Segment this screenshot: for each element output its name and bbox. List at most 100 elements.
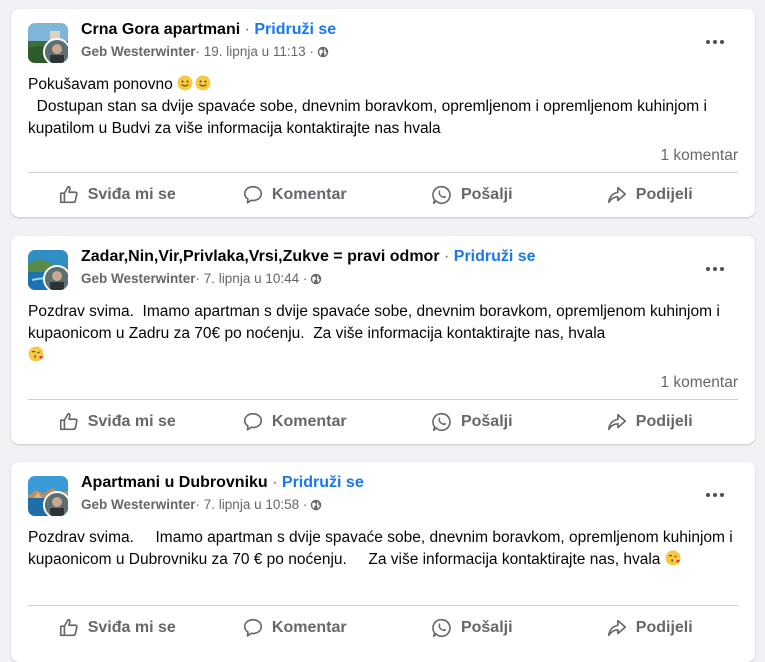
globe-icon: [310, 273, 322, 285]
dot-icon: [713, 267, 717, 271]
comment-label: Komentar: [271, 619, 347, 636]
like-button[interactable]: Sviđa mi se: [28, 402, 206, 442]
post-card: Zadar,Nin,Vir,Privlaka,Vrsi,Zukve = prav…: [11, 236, 755, 444]
author-avatar[interactable]: [43, 491, 68, 516]
comment-button[interactable]: Komentar: [206, 608, 384, 648]
author-name-link[interactable]: Geb Westerwinter: [81, 497, 196, 512]
more-options-button[interactable]: [701, 33, 729, 51]
person-photo-icon: [45, 267, 68, 290]
share-label: Podijeli: [635, 413, 693, 430]
dot-icon: [720, 267, 724, 271]
smiling-face-icon: [177, 75, 193, 91]
comment-label: Komentar: [271, 413, 347, 430]
post-text: Dostupan stan sa dvije spavaće sobe, dne…: [28, 98, 712, 137]
dot-icon: [713, 493, 717, 497]
post-body: Pozdrav svima. Imamo apartman s dvije sp…: [28, 527, 735, 571]
post-timestamp-link[interactable]: · 7. lipnja u 10:44 ·: [196, 271, 308, 286]
comment-bubble-icon: [242, 617, 264, 639]
globe-icon: [310, 499, 322, 511]
post-actions-bar: Sviđa mi se Komentar Pošalji Podijeli: [28, 608, 738, 648]
post-text-first-line: Pokušavam ponovno: [28, 76, 178, 93]
author-name-link[interactable]: Geb Westerwinter: [81, 44, 196, 59]
group-avatar[interactable]: [28, 250, 68, 290]
kissing-face-icon: [665, 550, 681, 566]
person-photo-icon: [45, 493, 68, 516]
smiling-face-icon: [195, 75, 211, 91]
comment-button[interactable]: Komentar: [206, 175, 384, 215]
like-button[interactable]: Sviđa mi se: [28, 175, 206, 215]
comments-count-link[interactable]: 1 komentar: [660, 374, 738, 392]
post-actions-bar: Sviđa mi se Komentar Pošalji Podijeli: [28, 175, 738, 215]
like-label: Sviđa mi se: [87, 413, 176, 430]
author-avatar[interactable]: [43, 265, 68, 290]
post-meta: Geb Westerwinter · 7. lipnja u 10:44 ·: [81, 271, 322, 286]
title-separator: ·: [439, 248, 454, 265]
whatsapp-icon: [431, 617, 453, 639]
dot-icon: [713, 40, 717, 44]
comment-bubble-icon: [242, 184, 264, 206]
send-label: Pošalji: [460, 186, 513, 203]
post-body: Pozdrav svima. Imamo apartman s dvije sp…: [28, 301, 735, 367]
divider: [28, 172, 738, 173]
post-timestamp-link[interactable]: · 7. lipnja u 10:58 ·: [196, 497, 308, 512]
send-button[interactable]: Pošalji: [383, 608, 561, 648]
thumbs-up-icon: [58, 184, 80, 206]
whatsapp-icon: [431, 411, 453, 433]
group-name-link[interactable]: Apartmani u Dubrovniku: [81, 474, 268, 491]
post-title-line: Crna Gora apartmani · Pridruži se: [81, 21, 336, 39]
send-label: Pošalji: [460, 619, 513, 636]
author-avatar[interactable]: [43, 38, 68, 63]
post-meta: Geb Westerwinter · 19. lipnja u 11:13 ·: [81, 44, 329, 59]
join-group-link[interactable]: Pridruži se: [282, 474, 364, 491]
share-arrow-icon: [606, 411, 628, 433]
join-group-link[interactable]: Pridruži se: [454, 248, 536, 265]
send-label: Pošalji: [460, 413, 513, 430]
share-button[interactable]: Podijeli: [561, 402, 739, 442]
title-separator: ·: [267, 474, 282, 491]
send-button[interactable]: Pošalji: [383, 402, 561, 442]
like-button[interactable]: Sviđa mi se: [28, 608, 206, 648]
dot-icon: [706, 267, 710, 271]
group-name-link[interactable]: Zadar,Nin,Vir,Privlaka,Vrsi,Zukve = prav…: [81, 248, 440, 265]
dot-icon: [720, 40, 724, 44]
share-label: Podijeli: [635, 186, 693, 203]
post-body: Pokušavam ponovno Dostupan stan sa dvije…: [28, 74, 735, 140]
group-avatar[interactable]: [28, 476, 68, 516]
post-meta: Geb Westerwinter · 7. lipnja u 10:58 ·: [81, 497, 322, 512]
title-separator: ·: [240, 21, 255, 38]
author-name-link[interactable]: Geb Westerwinter: [81, 271, 196, 286]
like-label: Sviđa mi se: [87, 186, 176, 203]
divider: [28, 605, 738, 606]
post-header: Zadar,Nin,Vir,Privlaka,Vrsi,Zukve = prav…: [28, 248, 755, 292]
post-actions-bar: Sviđa mi se Komentar Pošalji Podijeli: [28, 402, 738, 442]
share-button[interactable]: Podijeli: [561, 608, 739, 648]
post-text: Pozdrav svima. Imamo apartman s dvije sp…: [28, 303, 725, 342]
dot-icon: [706, 493, 710, 497]
dot-icon: [720, 493, 724, 497]
post-title-line: Zadar,Nin,Vir,Privlaka,Vrsi,Zukve = prav…: [81, 248, 536, 266]
comments-count-link[interactable]: 1 komentar: [660, 147, 738, 165]
dot-icon: [706, 40, 710, 44]
comment-button[interactable]: Komentar: [206, 402, 384, 442]
post-text: Pozdrav svima. Imamo apartman s dvije sp…: [28, 529, 738, 568]
post-card: Crna Gora apartmani · Pridruži se Geb We…: [11, 9, 755, 217]
kissing-face-icon: [28, 346, 44, 362]
group-avatar[interactable]: [28, 23, 68, 63]
person-photo-icon: [45, 40, 68, 63]
comment-bubble-icon: [242, 411, 264, 433]
post-title-line: Apartmani u Dubrovniku · Pridruži se: [81, 474, 364, 492]
share-arrow-icon: [606, 617, 628, 639]
whatsapp-icon: [431, 184, 453, 206]
more-options-button[interactable]: [701, 486, 729, 504]
post-timestamp-link[interactable]: · 19. lipnja u 11:13 ·: [196, 44, 314, 59]
share-arrow-icon: [606, 184, 628, 206]
join-group-link[interactable]: Pridruži se: [254, 21, 336, 38]
send-button[interactable]: Pošalji: [383, 175, 561, 215]
more-options-button[interactable]: [701, 260, 729, 278]
comment-label: Komentar: [271, 186, 347, 203]
thumbs-up-icon: [58, 617, 80, 639]
group-name-link[interactable]: Crna Gora apartmani: [81, 21, 240, 38]
thumbs-up-icon: [58, 411, 80, 433]
share-button[interactable]: Podijeli: [561, 175, 739, 215]
post-header: Apartmani u Dubrovniku · Pridruži se Geb…: [28, 474, 755, 518]
